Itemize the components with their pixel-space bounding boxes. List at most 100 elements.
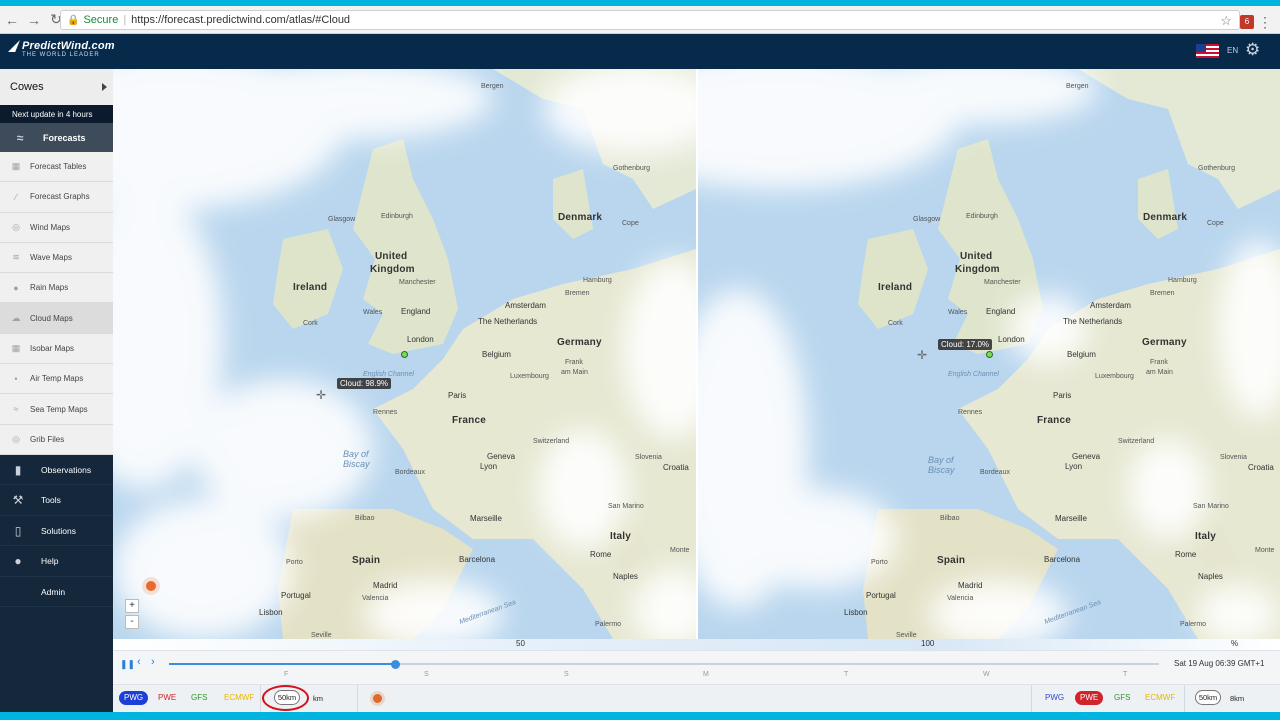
timeline-handle[interactable] bbox=[390, 660, 400, 669]
sidebar-item-label: Forecast Tables bbox=[30, 162, 87, 172]
cloud-map-right[interactable]: Bergen Gothenburg Glasgow Edinburgh Denm… bbox=[698, 69, 1280, 639]
sidebar-item-grib-files[interactable]: ◎ Grib Files bbox=[0, 424, 113, 455]
timeline-progress bbox=[169, 663, 395, 665]
map-label: Belgium bbox=[1067, 350, 1096, 359]
model-pwg-button[interactable]: PWG bbox=[119, 691, 149, 705]
extension-icon[interactable]: 6 bbox=[1240, 15, 1254, 29]
map-label: England bbox=[401, 307, 431, 316]
tools-icon: ⚒ bbox=[12, 493, 24, 508]
map-label: Seville bbox=[311, 632, 332, 639]
model-gfs-button[interactable]: GFS bbox=[1109, 691, 1135, 705]
sidebar-item-tools[interactable]: ⚒ Tools bbox=[0, 485, 113, 516]
compass-icon[interactable] bbox=[373, 694, 382, 703]
map-label: Barcelona bbox=[459, 555, 496, 564]
legend-unit: % bbox=[1231, 639, 1239, 648]
pause-icon[interactable]: ❚❚ bbox=[120, 659, 135, 670]
sidebar-item-label: Solutions bbox=[41, 525, 76, 536]
legend-high-value: 100 bbox=[921, 639, 935, 648]
sidebar-item-admin[interactable]: Admin bbox=[0, 577, 113, 608]
sidebar-item-observations[interactable]: ▮ Observations bbox=[0, 455, 113, 486]
location-marker[interactable] bbox=[986, 351, 993, 358]
map-label: Rome bbox=[1175, 550, 1197, 559]
map-label: Hamburg bbox=[583, 277, 612, 284]
map-label: United bbox=[960, 251, 993, 262]
map-label: Rome bbox=[590, 550, 612, 559]
location-marker[interactable] bbox=[401, 351, 408, 358]
map-label: London bbox=[407, 335, 434, 344]
sidebar-item-forecast-tables[interactable]: ▦ Forecast Tables bbox=[0, 152, 113, 183]
sidebar-item-sea-temp-maps[interactable]: ≈ Sea Temp Maps bbox=[0, 394, 113, 425]
sidebar-item-air-temp-maps[interactable]: • Air Temp Maps bbox=[0, 364, 113, 395]
map-label: Luxembourg bbox=[510, 373, 549, 380]
map-label: am Main bbox=[1146, 369, 1173, 376]
resolution-label[interactable]: km bbox=[313, 694, 323, 703]
lock-icon: 🔒 bbox=[67, 14, 80, 26]
sidebar-item-wind-maps[interactable]: ◎ Wind Maps bbox=[0, 212, 113, 243]
map-label: San Marino bbox=[1193, 503, 1229, 510]
divider bbox=[1031, 685, 1032, 713]
map-label: Paris bbox=[448, 391, 467, 400]
map-label: Bay of Biscay bbox=[928, 455, 955, 475]
map-label: Madrid bbox=[958, 581, 983, 590]
model-pwg-button[interactable]: PWG bbox=[1040, 691, 1069, 705]
crosshair-icon: ✛ bbox=[916, 348, 928, 362]
us-flag-icon[interactable] bbox=[1196, 44, 1219, 58]
resolution-50km-button[interactable]: 50km bbox=[1195, 690, 1221, 705]
location-selector[interactable]: Cowes bbox=[0, 69, 113, 105]
map-label: Manchester bbox=[984, 279, 1021, 286]
map-label: Amsterdam bbox=[1090, 301, 1131, 310]
cloud-value-tooltip: Cloud: 98.9% bbox=[337, 378, 392, 389]
browser-menu-icon[interactable]: ⋮ bbox=[1258, 14, 1272, 31]
map-label: Cork bbox=[303, 320, 318, 327]
isobar-icon: ▦ bbox=[11, 342, 21, 353]
map-label: Gothenburg bbox=[613, 165, 650, 172]
address-bar[interactable]: 🔒 Secure | https://forecast.predictwind.… bbox=[60, 10, 1240, 30]
resolution-8km-button[interactable]: 8km bbox=[1230, 694, 1244, 703]
map-label: Bremen bbox=[565, 290, 590, 297]
cloud-map-left[interactable]: Bergen Gothenburg Glasgow Edinburgh Denm… bbox=[113, 69, 696, 639]
map-label: The Netherlands bbox=[478, 317, 538, 326]
model-pwe-button[interactable]: PWE bbox=[153, 691, 181, 705]
map-label: Italy bbox=[1195, 531, 1217, 542]
zoom-in-button[interactable]: + bbox=[125, 599, 139, 613]
model-pwe-button[interactable]: PWE bbox=[1075, 691, 1104, 705]
language-label[interactable]: EN bbox=[1227, 46, 1238, 55]
model-ecmwf-button[interactable]: ECMWF bbox=[1140, 691, 1180, 705]
sidebar-item-solutions[interactable]: ▯ Solutions bbox=[0, 516, 113, 547]
sidebar-item-help[interactable]: ● Help bbox=[0, 546, 113, 577]
map-label: Lisbon bbox=[844, 608, 868, 617]
map-label: London bbox=[998, 335, 1025, 344]
map-label: England bbox=[986, 307, 1016, 316]
map-label: Marseille bbox=[470, 514, 503, 523]
map-label: Porto bbox=[871, 559, 888, 566]
sidebar-item-rain-maps[interactable]: ● Rain Maps bbox=[0, 273, 113, 304]
compass-icon[interactable] bbox=[146, 581, 156, 591]
gear-icon[interactable]: ⚙ bbox=[1245, 40, 1260, 60]
sidebar-item-isobar-maps[interactable]: ▦ Isobar Maps bbox=[0, 333, 113, 365]
predictwind-logo[interactable]: PredictWind.com THE WORLD LEADER bbox=[8, 40, 115, 58]
step-forward-icon[interactable]: › bbox=[151, 656, 155, 668]
model-ecmwf-button[interactable]: ECMWF bbox=[219, 691, 259, 705]
sidebar-item-label: Help bbox=[41, 556, 59, 567]
sidebar-item-forecast-graphs[interactable]: ∕ Forecast Graphs bbox=[0, 182, 113, 213]
logo-text: PredictWind.com bbox=[22, 40, 115, 52]
map-label: Geneva bbox=[1072, 452, 1101, 461]
model-gfs-button[interactable]: GFS bbox=[186, 691, 212, 705]
map-label: Barcelona bbox=[1044, 555, 1081, 564]
sidebar-item-forecasts[interactable]: ≈ Forecasts bbox=[0, 123, 113, 152]
zoom-out-button[interactable]: - bbox=[125, 615, 139, 629]
forward-icon[interactable]: → bbox=[24, 10, 44, 30]
map-label: Portugal bbox=[866, 591, 896, 600]
map-label: Denmark bbox=[1143, 212, 1188, 223]
map-label: Bergen bbox=[481, 83, 504, 90]
map-label: Spain bbox=[937, 555, 966, 566]
bookmark-star-icon[interactable]: ☆ bbox=[1220, 13, 1232, 29]
timeline-track[interactable] bbox=[169, 660, 1159, 669]
sail-icon bbox=[8, 40, 20, 52]
back-icon[interactable]: ← bbox=[2, 10, 22, 30]
divider bbox=[1184, 685, 1185, 713]
map-label: Marseille bbox=[1055, 514, 1088, 523]
sidebar-item-wave-maps[interactable]: ≋ Wave Maps bbox=[0, 242, 113, 274]
sidebar-item-cloud-maps[interactable]: ☁ Cloud Maps bbox=[0, 303, 113, 334]
step-back-icon[interactable]: ‹ bbox=[137, 656, 141, 668]
